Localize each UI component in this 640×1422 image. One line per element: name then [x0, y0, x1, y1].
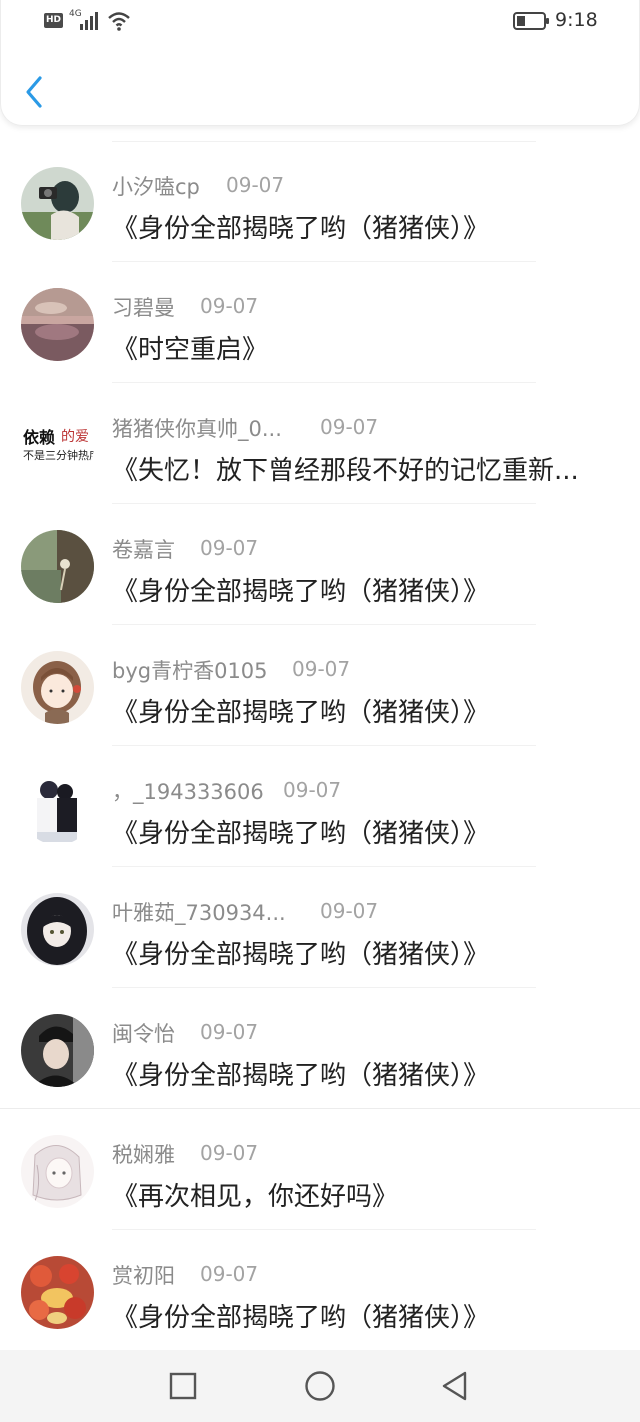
story-title[interactable]: 《身份全部揭晓了哟（猪猪侠）》: [112, 571, 489, 608]
home-button[interactable]: [303, 1369, 337, 1403]
story-title[interactable]: 《时空重启》: [112, 329, 268, 366]
story-title[interactable]: 《身份全部揭晓了哟（猪猪侠）》: [112, 934, 489, 971]
post-date: 09-07: [292, 657, 351, 681]
avatar[interactable]: [21, 772, 94, 845]
square-icon: [169, 1372, 197, 1400]
avatar[interactable]: [21, 1135, 94, 1208]
svg-text:依赖: 依赖: [23, 428, 55, 447]
username[interactable]: 赏初阳: [112, 1260, 175, 1290]
post-date: 09-07: [200, 536, 259, 560]
username[interactable]: 闽令怡: [112, 1018, 175, 1048]
system-back-button[interactable]: [438, 1369, 472, 1403]
story-title[interactable]: 《再次相见，你还好吗》: [112, 1176, 398, 1213]
username[interactable]: 小汐嗑cp: [112, 171, 200, 201]
svg-text:的爱: 的爱: [61, 429, 89, 445]
avatar[interactable]: [21, 530, 94, 603]
story-title[interactable]: 《失忆！放下曾经那段不好的记忆重新...: [112, 450, 579, 487]
username[interactable]: byg青柠香0105: [112, 655, 268, 685]
avatar[interactable]: [21, 288, 94, 361]
list-item[interactable]: 赏初阳 09-07 《身份全部揭晓了哟（猪猪侠）》: [0, 1230, 640, 1351]
avatar[interactable]: [21, 167, 94, 240]
circle-icon: [305, 1371, 335, 1401]
avatar[interactable]: [21, 893, 94, 966]
post-date: 09-07: [320, 899, 379, 923]
username[interactable]: 叶雅茹_730934...: [112, 897, 286, 927]
list-item[interactable]: byg青柠香0105 09-07 《身份全部揭晓了哟（猪猪侠）》: [0, 625, 640, 746]
username[interactable]: 习碧曼: [112, 292, 175, 322]
story-title[interactable]: 《身份全部揭晓了哟（猪猪侠）》: [112, 813, 489, 850]
list-item[interactable]: 小汐嗑cp 09-07 《身份全部揭晓了哟（猪猪侠）》: [0, 141, 640, 262]
avatar[interactable]: [21, 1256, 94, 1329]
svg-text:不是三分钟热度: 不是三分钟热度: [23, 448, 94, 462]
post-date: 09-07: [200, 1141, 259, 1165]
post-date: 09-07: [283, 778, 342, 802]
story-title[interactable]: 《身份全部揭晓了哟（猪猪侠）》: [112, 1297, 489, 1334]
avatar[interactable]: [21, 1014, 94, 1087]
triangle-back-icon: [442, 1371, 467, 1401]
list-item[interactable]: 习碧曼 09-07 《时空重启》: [0, 262, 640, 383]
chevron-left-icon: [26, 76, 42, 108]
list-item[interactable]: 卷嘉言 09-07 《身份全部揭晓了哟（猪猪侠）》: [0, 504, 640, 625]
avatar[interactable]: 依赖 的爱 不是三分钟热度: [21, 409, 94, 482]
post-date: 09-07: [320, 415, 379, 439]
story-title[interactable]: 《身份全部揭晓了哟（猪猪侠）》: [112, 692, 489, 729]
avatar[interactable]: [21, 651, 94, 724]
post-date: 09-07: [200, 1020, 259, 1044]
post-date: 09-07: [226, 173, 285, 197]
list-item[interactable]: 依赖 的爱 不是三分钟热度 猪猪侠你真帅_0... 09-07 《失忆！放下曾经…: [0, 383, 640, 504]
username[interactable]: 税娴雅: [112, 1139, 175, 1169]
recent-apps-button[interactable]: [166, 1369, 200, 1403]
list-item[interactable]: 闽令怡 09-07 《身份全部揭晓了哟（猪猪侠）》: [0, 988, 640, 1109]
story-title[interactable]: 《身份全部揭晓了哟（猪猪侠）》: [112, 1055, 489, 1092]
list-item[interactable]: ，_194333606 09-07 《身份全部揭晓了哟（猪猪侠）》: [0, 746, 640, 867]
list-item[interactable]: 税娴雅 09-07 《再次相见，你还好吗》: [0, 1109, 640, 1230]
list-item[interactable]: 叶雅茹_730934... 09-07 《身份全部揭晓了哟（猪猪侠）》: [0, 867, 640, 988]
back-button[interactable]: [20, 70, 50, 114]
post-date: 09-07: [200, 1262, 259, 1286]
story-title[interactable]: 《身份全部揭晓了哟（猪猪侠）》: [112, 208, 489, 245]
username[interactable]: 卷嘉言: [112, 534, 175, 564]
post-date: 09-07: [200, 294, 259, 318]
system-nav-bar: [0, 1350, 640, 1422]
comment-list: 小汐嗑cp 09-07 《身份全部揭晓了哟（猪猪侠）》 习碧曼 09-07 《时…: [0, 141, 640, 1351]
top-app-bar: [0, 0, 640, 126]
username[interactable]: ，_194333606: [112, 776, 264, 806]
username[interactable]: 猪猪侠你真帅_0...: [112, 413, 282, 443]
